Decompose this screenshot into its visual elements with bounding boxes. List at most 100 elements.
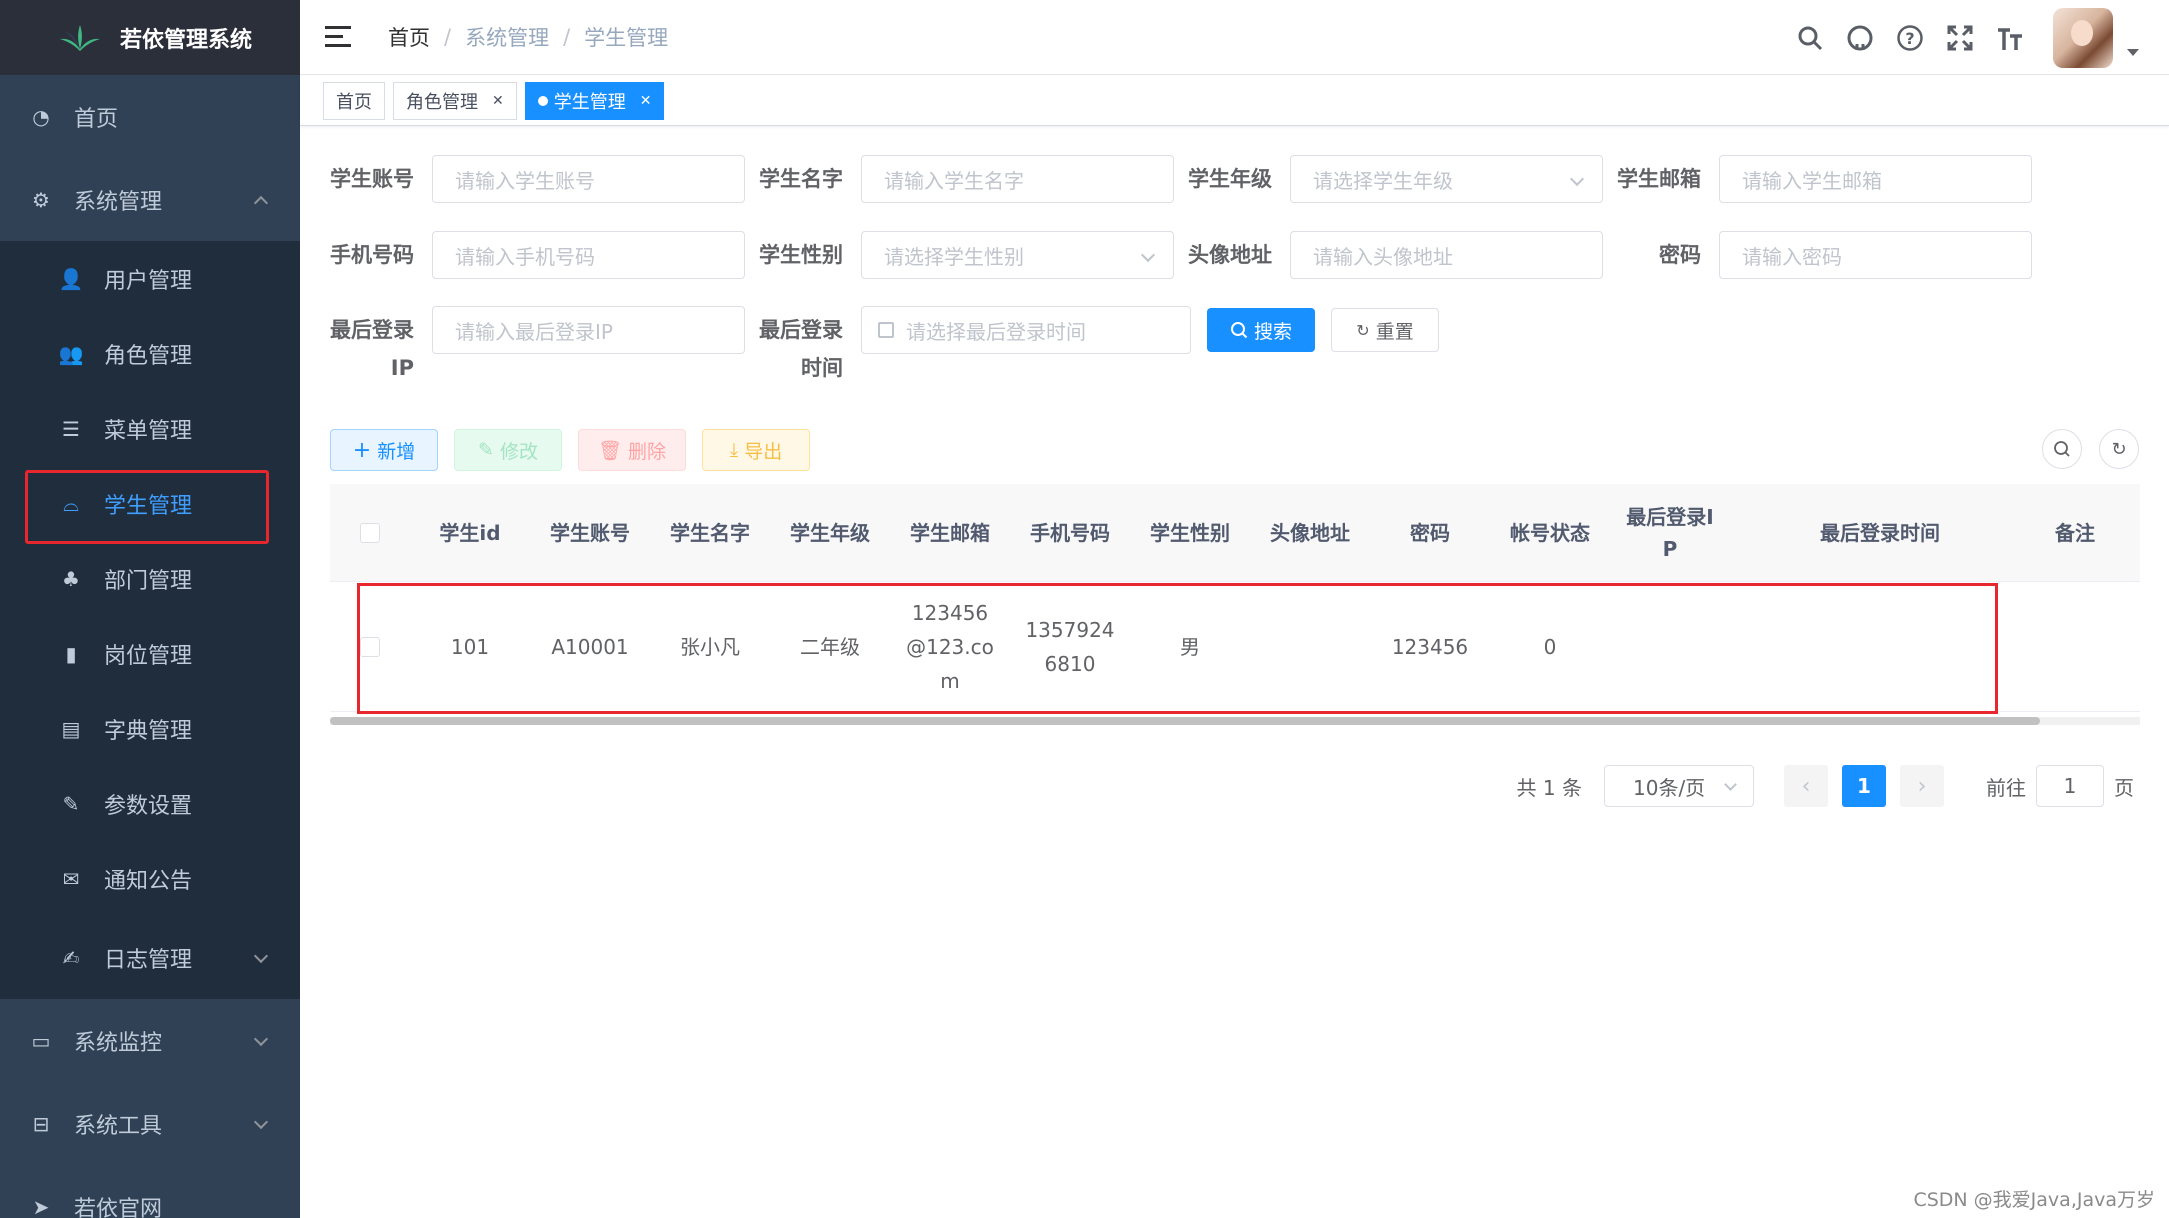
sidebar-item-label: 系统监控 xyxy=(74,1030,163,1056)
delete-button[interactable]: 🗑 删除 xyxy=(578,429,686,471)
sidebar-item-dict[interactable]: ▤ 字典管理 xyxy=(0,691,300,766)
last-time-label-line1: 最后登录 xyxy=(759,318,843,342)
sidebar-item-dept[interactable]: ♣ 部门管理 xyxy=(0,541,300,616)
action-toolbar: + 新增 ✎ 修改 🗑 删除 ⤓ 导出 xyxy=(330,429,826,471)
tree-icon: ♣ xyxy=(62,566,80,591)
dashboard-icon: ◔ xyxy=(32,104,50,129)
navbar: 首页 / 系统管理 / 学生管理 ? xyxy=(300,0,2169,75)
goto-page-value: 1 xyxy=(2063,774,2077,798)
tag-home[interactable]: 首页 xyxy=(323,81,385,120)
avatar-placeholder: 请输入头像地址 xyxy=(1313,244,1453,269)
select-all-checkbox[interactable] xyxy=(360,522,380,543)
th-login-ip-line2: P xyxy=(1662,536,1678,561)
tags-view: 首页 角色管理 ✕ 学生管理 ✕ xyxy=(300,76,2169,126)
question-icon[interactable]: ? xyxy=(1895,23,1925,53)
gender-select[interactable]: 请选择学生性别 xyxy=(861,231,1174,279)
close-icon[interactable]: ✕ xyxy=(492,93,504,109)
phone-input[interactable]: 请输入手机号码 xyxy=(432,231,745,279)
gear-icon: ⚙ xyxy=(32,187,50,212)
phone-placeholder: 请输入手机号码 xyxy=(455,244,595,269)
th-phone: 手机号码 xyxy=(1030,520,1110,545)
last-time-placeholder: 请选择最后登录时间 xyxy=(906,319,1086,344)
sidebar-item-role[interactable]: 👥 角色管理 xyxy=(0,316,300,391)
tag-student[interactable]: 学生管理 ✕ xyxy=(524,81,665,120)
last-ip-input[interactable]: 请输入最后登录IP xyxy=(432,306,745,354)
sidebar-item-label: 首页 xyxy=(74,106,119,132)
goto-page-input[interactable]: 1 xyxy=(2036,765,2104,807)
avatar[interactable] xyxy=(2053,7,2113,68)
export-button[interactable]: ⤓ 导出 xyxy=(702,429,810,471)
search-button[interactable]: 搜索 xyxy=(1207,308,1315,352)
chevron-left-icon: ‹ xyxy=(1801,773,1811,799)
sidebar-item-monitor[interactable]: ▭ 系统监控 xyxy=(0,999,300,1082)
caret-down-icon[interactable] xyxy=(2127,49,2139,56)
add-button-label: 新增 xyxy=(377,440,416,463)
download-icon: ⤓ xyxy=(729,439,739,461)
font-size-icon[interactable] xyxy=(1995,23,2025,53)
grade-placeholder: 请选择学生年级 xyxy=(1313,168,1453,193)
account-placeholder: 请输入学生账号 xyxy=(455,168,595,193)
sidebar-item-post[interactable]: ▮ 岗位管理 xyxy=(0,616,300,691)
sidebar-item-label: 部门管理 xyxy=(104,568,193,594)
edit-icon: ✎ xyxy=(62,791,80,816)
guide-icon: ➤ xyxy=(32,1194,50,1218)
last-time-picker[interactable]: 请选择最后登录时间 xyxy=(861,306,1191,354)
chevron-down-icon xyxy=(1140,247,1156,263)
page-size-select[interactable]: 10条/页 xyxy=(1604,765,1754,807)
horizontal-scrollbar[interactable] xyxy=(330,717,2040,725)
breadcrumb-system: 系统管理 xyxy=(465,26,550,50)
app-title: 若依管理系统 xyxy=(120,27,253,53)
account-input[interactable]: 请输入学生账号 xyxy=(432,155,745,203)
github-icon[interactable] xyxy=(1845,23,1875,53)
sidebar-item-guide[interactable]: ➤ 若依官网 xyxy=(0,1165,300,1218)
password-input[interactable]: 请输入密码 xyxy=(1719,231,2032,279)
email-label: 学生邮箱 xyxy=(1617,167,1701,191)
name-label: 学生名字 xyxy=(759,167,843,191)
sidebar-item-notice[interactable]: ✉ 通知公告 xyxy=(0,841,300,916)
email-input[interactable]: 请输入学生邮箱 xyxy=(1719,155,2032,203)
fullscreen-icon[interactable] xyxy=(1945,23,1975,53)
reset-button[interactable]: ↻ 重置 xyxy=(1331,308,1439,352)
search-icon[interactable] xyxy=(1795,23,1825,53)
avatar-input[interactable]: 请输入头像地址 xyxy=(1290,231,1603,279)
edit-button[interactable]: ✎ 修改 xyxy=(454,429,562,471)
highlight-box-student-menu xyxy=(25,470,269,544)
refresh-icon: ↻ xyxy=(1356,320,1370,340)
edit-button-label: 修改 xyxy=(499,440,538,463)
sidebar-item-menu[interactable]: ☰ 菜单管理 xyxy=(0,391,300,466)
sidebar-item-config[interactable]: ✎ 参数设置 xyxy=(0,766,300,841)
breadcrumb-home[interactable]: 首页 xyxy=(388,22,430,52)
tag-label: 角色管理 xyxy=(406,91,478,113)
tool-icon: ⊟ xyxy=(32,1111,50,1136)
toggle-search-button[interactable] xyxy=(2042,429,2082,469)
last-ip-label-line1: 最后登录 xyxy=(330,318,414,342)
password-label: 密码 xyxy=(1659,243,1701,267)
sidebar: 若依管理系统 ◔ 首页 ⚙ 系统管理 👤 用户管理 👥 角色管理 ☰ 菜单管理 … xyxy=(0,0,300,1218)
th-status: 帐号状态 xyxy=(1510,520,1590,545)
last-time-label: 最后登录 时间 xyxy=(759,306,843,382)
sidebar-item-user[interactable]: 👤 用户管理 xyxy=(0,241,300,316)
breadcrumb-separator: / xyxy=(563,25,571,49)
name-input[interactable]: 请输入学生名字 xyxy=(861,155,1174,203)
next-page-button[interactable]: › xyxy=(1900,765,1944,807)
message-icon: ✉ xyxy=(62,866,80,891)
grade-select[interactable]: 请选择学生年级 xyxy=(1290,155,1603,203)
th-avatar: 头像地址 xyxy=(1270,520,1350,545)
sidebar-item-system[interactable]: ⚙ 系统管理 xyxy=(0,158,300,241)
sidebar-item-label: 通知公告 xyxy=(104,868,193,894)
add-button[interactable]: + 新增 xyxy=(330,429,438,471)
refresh-button[interactable]: ↻ xyxy=(2099,429,2139,469)
page-number-1[interactable]: 1 xyxy=(1842,765,1886,807)
close-icon[interactable]: ✕ xyxy=(640,93,652,109)
tag-role[interactable]: 角色管理 ✕ xyxy=(393,81,517,120)
sidebar-item-home[interactable]: ◔ 首页 xyxy=(0,75,300,158)
sidebar-item-log[interactable]: ✍ 日志管理 xyxy=(0,916,300,999)
sidebar-item-tool[interactable]: ⊟ 系统工具 xyxy=(0,1082,300,1165)
hamburger-icon[interactable] xyxy=(325,26,351,48)
logo[interactable]: 若依管理系统 xyxy=(0,0,300,75)
prev-page-button[interactable]: ‹ xyxy=(1784,765,1828,807)
form-row-3: 最后登录 IP 请输入最后登录IP 最后登录 时间 请选择最后登录时间 搜索 ↻… xyxy=(330,306,1439,382)
page-suffix: 页 xyxy=(2114,775,2134,800)
table-header: 学生id 学生账号 学生名字 学生年级 学生邮箱 手机号码 学生性别 头像地址 … xyxy=(330,484,2140,582)
plus-icon: + xyxy=(352,437,372,463)
